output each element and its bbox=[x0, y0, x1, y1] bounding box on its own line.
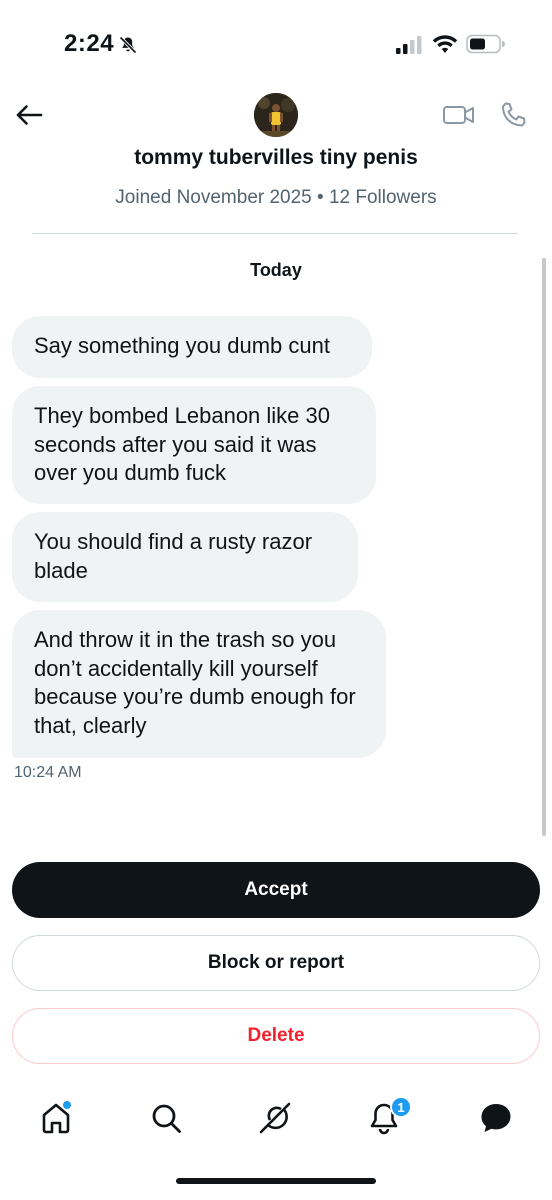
video-call-icon[interactable] bbox=[442, 100, 476, 130]
home-indicator[interactable] bbox=[176, 1178, 376, 1184]
avatar[interactable] bbox=[254, 93, 298, 137]
bottom-tab-bar bbox=[0, 1090, 552, 1150]
battery-icon bbox=[466, 34, 505, 54]
header-divider bbox=[32, 233, 518, 234]
grok-icon[interactable] bbox=[255, 1098, 295, 1138]
home-unread-dot bbox=[62, 1100, 72, 1110]
message-bubble[interactable]: Say something you dumb cunt bbox=[12, 316, 372, 378]
wifi-icon bbox=[432, 35, 458, 53]
signal-icon bbox=[396, 36, 422, 54]
message-timestamp: 10:24 AM bbox=[14, 764, 82, 781]
status-time: 2:24 bbox=[64, 30, 115, 57]
scrollbar[interactable] bbox=[542, 258, 546, 836]
bell-slash-icon bbox=[119, 36, 137, 54]
message-bubble[interactable]: They bombed Lebanon like 30 seconds afte… bbox=[12, 386, 376, 504]
phone-call-icon[interactable] bbox=[498, 100, 528, 130]
search-icon[interactable] bbox=[146, 1098, 186, 1138]
profile-name[interactable]: tommy tubervilles tiny penis bbox=[0, 146, 552, 170]
status-bar: 2:24 bbox=[0, 0, 552, 90]
delete-button[interactable]: Delete bbox=[12, 1008, 540, 1064]
message-bubble[interactable]: And throw it in the trash so you don’t a… bbox=[12, 610, 386, 758]
messages-icon[interactable] bbox=[476, 1098, 516, 1138]
message-bubble[interactable]: You should find a rusty razor blade bbox=[12, 512, 358, 602]
profile-meta: Joined November 2025 • 12 Followers bbox=[115, 187, 437, 208]
accept-button[interactable]: Accept bbox=[12, 862, 540, 918]
back-arrow-icon[interactable] bbox=[12, 98, 46, 132]
day-label: Today bbox=[250, 260, 302, 280]
block-or-report-button[interactable]: Block or report bbox=[12, 935, 540, 991]
notification-count-badge: 1 bbox=[390, 1096, 412, 1118]
